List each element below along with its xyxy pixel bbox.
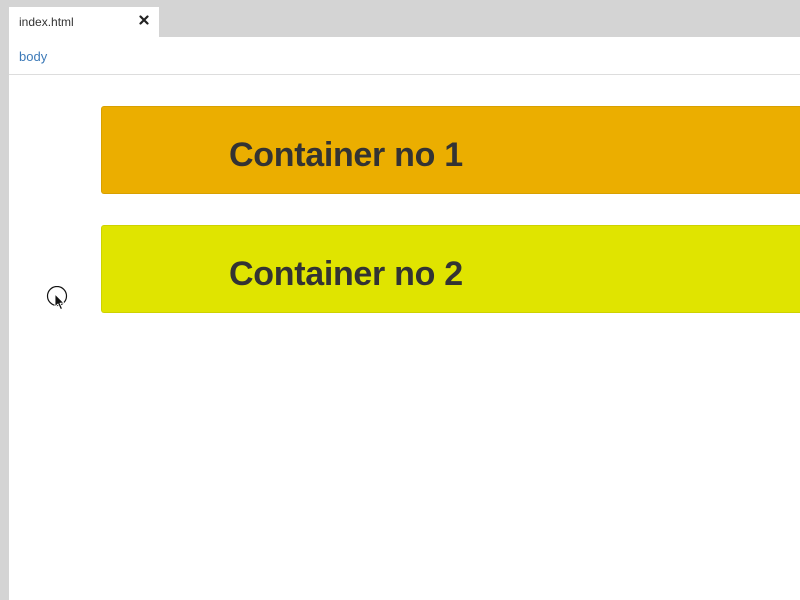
tab-bar: index.html <box>0 0 800 37</box>
breadcrumb-item-body[interactable]: body <box>19 49 47 64</box>
preview-canvas: Container no 1 Container no 2 <box>9 75 800 600</box>
editor-pane: body Container no 1 Container no 2 <box>9 37 800 600</box>
breadcrumb: body <box>9 37 800 75</box>
close-icon[interactable] <box>137 13 151 27</box>
container-1[interactable]: Container no 1 <box>101 106 800 194</box>
container-1-label: Container no 1 <box>229 136 463 174</box>
tab-label: index.html <box>19 15 74 29</box>
mouse-pointer-icon <box>46 285 70 314</box>
tab-index-html[interactable]: index.html <box>9 7 159 37</box>
container-2-label: Container no 2 <box>229 255 463 293</box>
container-2[interactable]: Container no 2 <box>101 225 800 313</box>
